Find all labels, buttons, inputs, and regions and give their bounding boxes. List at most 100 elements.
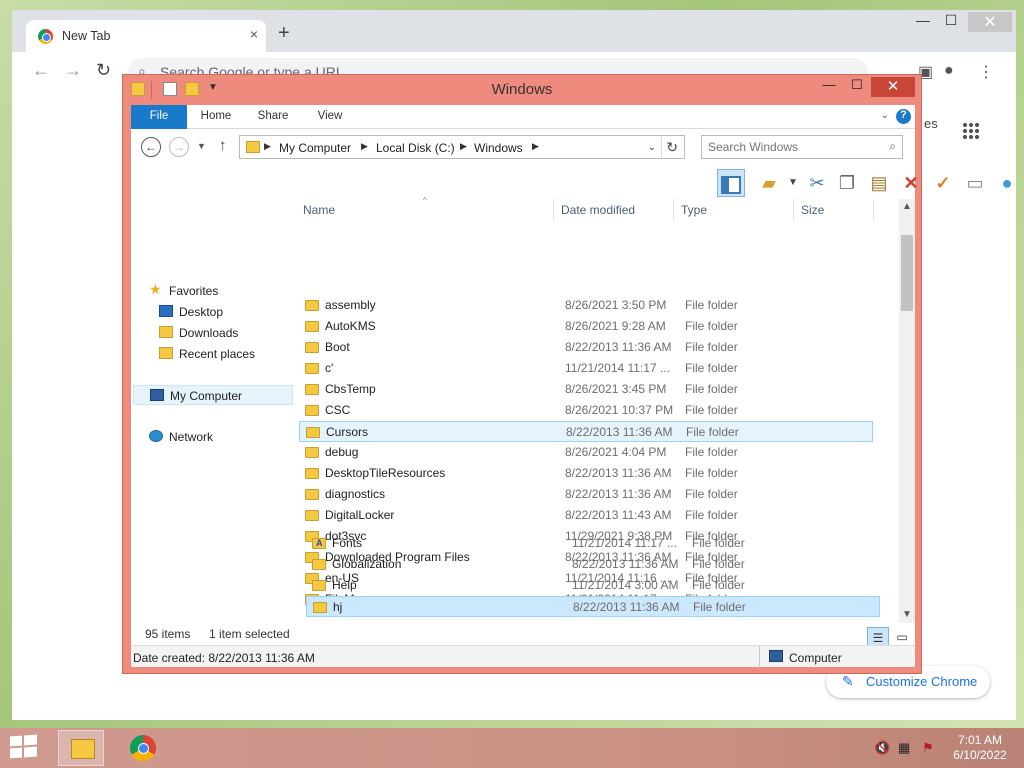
large-icons-view-button[interactable]: ▭	[891, 627, 913, 647]
address-folder-icon	[246, 141, 260, 153]
file-row[interactable]: Globalization 8/22/2013 11:36 AM File fold…	[306, 554, 880, 575]
chrome-tab-new-tab[interactable]: New Tab ×	[26, 20, 266, 52]
explorer-minimize-button[interactable]: —	[815, 77, 843, 97]
paste-icon[interactable]: ▤	[865, 169, 893, 197]
profile-avatar-icon[interactable]: ●	[944, 62, 954, 80]
windows-logo-icon	[24, 746, 37, 758]
file-list-tail: Fonts 11/21/2014 11:17 ... File folder Glo…	[306, 198, 882, 622]
taskbar-file-explorer[interactable]	[58, 730, 104, 766]
nav-favorites[interactable]: ★ Favorites	[131, 281, 291, 301]
delete-icon[interactable]: ✕	[897, 169, 925, 197]
forward-arrow-icon[interactable]: →	[64, 60, 82, 81]
details-view-button[interactable]: ☰	[867, 627, 889, 647]
folder-icon	[312, 580, 326, 591]
breadcrumb-my-computer[interactable]: My Computer	[279, 141, 351, 155]
nav-downloads[interactable]: Downloads	[131, 323, 291, 343]
breadcrumb-separator-icon[interactable]: ▶	[264, 141, 271, 152]
breadcrumb-separator-icon[interactable]: ▶	[532, 141, 539, 152]
taskbar: 🔇 ▦ ⚑ 7:01 AM 6/10/2022	[0, 728, 1024, 768]
chrome-maximize-button[interactable]: ☐	[936, 12, 966, 32]
fonts-folder-icon	[312, 538, 326, 549]
nav-desktop[interactable]: Desktop	[131, 302, 291, 322]
status-bar: 95 items 1 item selected ☰ ▭	[131, 623, 915, 647]
ntp-link-text[interactable]: es	[924, 116, 938, 131]
selected-count: 1 item selected	[209, 627, 290, 641]
navigation-pane-icon	[721, 176, 741, 195]
file-row[interactable]: Help 11/21/2014 3:00 AM File folder	[306, 575, 880, 596]
chrome-close-button[interactable]: ✕	[968, 12, 1012, 32]
help-icon[interactable]: ?	[896, 109, 911, 124]
taskbar-chrome[interactable]	[120, 730, 166, 766]
system-clock[interactable]: 7:01 AM 6/10/2022	[948, 733, 1012, 763]
breadcrumb-local-disk[interactable]: Local Disk (C:)	[376, 141, 455, 155]
tab-file[interactable]: File	[131, 105, 187, 129]
explorer-title-bar[interactable]: ▼ Windows — ☐ ✕	[123, 75, 921, 105]
nav-recent-label: Recent places	[179, 347, 256, 361]
file-name: Help	[332, 578, 357, 592]
refresh-icon[interactable]: ↻	[666, 139, 678, 156]
scroll-up-icon[interactable]: ▲	[902, 201, 912, 212]
chrome-minimize-button[interactable]: —	[908, 12, 938, 32]
rename-icon[interactable]: ▭	[961, 169, 989, 197]
clock-date: 6/10/2022	[953, 748, 1007, 762]
up-folder-icon[interactable]: ↑	[219, 137, 227, 154]
file-type: File folder	[693, 600, 746, 614]
nav-recent-places[interactable]: Recent places	[131, 344, 291, 364]
google-apps-icon[interactable]	[962, 122, 980, 140]
explorer-maximize-button[interactable]: ☐	[843, 77, 871, 97]
copy-icon[interactable]: ❐	[833, 169, 861, 197]
tab-view[interactable]: View	[309, 105, 351, 129]
network-globe-icon[interactable]: ●	[993, 169, 1021, 197]
tab-home[interactable]: Home	[195, 105, 237, 129]
recent-places-icon	[159, 347, 173, 359]
details-bar: Date created: 8/22/2013 11:36 AM Compute…	[131, 645, 915, 668]
close-tab-icon[interactable]: ×	[250, 26, 258, 42]
chrome-menu-icon[interactable]: ⋮	[978, 62, 994, 82]
file-row-selected[interactable]: hj 8/22/2013 11:36 AM File folder	[306, 596, 880, 617]
location-label: Computer	[789, 651, 842, 665]
cut-icon[interactable]: ✂	[803, 169, 831, 197]
expand-ribbon-icon[interactable]: ⌄	[881, 110, 889, 121]
speaker-muted-icon[interactable]: 🔇	[874, 740, 890, 756]
window-title: Windows	[491, 81, 553, 98]
address-bar[interactable]: ▶ My Computer ▶ Local Disk (C:) ▶ Window…	[239, 135, 685, 159]
folder-icon	[313, 602, 327, 613]
explorer-close-button[interactable]: ✕	[871, 77, 915, 97]
details-divider	[759, 646, 760, 668]
chrome-tab-title: New Tab	[62, 29, 111, 43]
file-row[interactable]: Fonts 11/21/2014 11:17 ... File folder	[306, 533, 880, 554]
back-button[interactable]: ←	[141, 137, 161, 157]
new-tab-button[interactable]: +	[278, 22, 290, 45]
computer-icon	[769, 650, 783, 662]
search-input[interactable]	[708, 139, 878, 155]
date-created: Date created: 8/22/2013 11:36 AM	[133, 651, 315, 665]
reload-icon[interactable]: ↻	[96, 60, 111, 81]
scroll-down-icon[interactable]: ▼	[902, 609, 912, 620]
address-dropdown-icon[interactable]: ⌄	[648, 142, 656, 153]
navigation-pane-button[interactable]	[717, 169, 745, 197]
start-button[interactable]	[10, 734, 38, 760]
breadcrumb-windows[interactable]: Windows	[474, 141, 523, 155]
action-center-icon[interactable]: ⚑	[922, 740, 934, 756]
windows-logo-icon	[10, 747, 22, 759]
network-status-icon[interactable]: ▦	[898, 740, 910, 756]
forward-button[interactable]: →	[169, 137, 189, 157]
address-divider	[661, 136, 662, 158]
back-arrow-icon[interactable]: ←	[32, 60, 50, 81]
nav-my-computer[interactable]: My Computer	[133, 385, 293, 405]
nav-network[interactable]: Network	[131, 427, 291, 447]
nav-network-label: Network	[169, 430, 214, 444]
search-box[interactable]: ⌕	[701, 135, 903, 159]
check-icon[interactable]: ✓	[929, 169, 957, 197]
vertical-scrollbar[interactable]: ▲ ▼	[899, 199, 915, 623]
tab-share[interactable]: Share	[251, 105, 295, 129]
breadcrumb-separator-icon[interactable]: ▶	[460, 141, 467, 152]
file-date: 11/21/2014 11:17 ...	[572, 536, 677, 550]
navigation-pane: ★ Favorites Desktop Downloads Recent pla…	[131, 199, 297, 623]
scrollbar-thumb[interactable]	[901, 235, 913, 311]
clock-time: 7:01 AM	[957, 733, 1003, 747]
desktop-icon	[159, 305, 173, 317]
recent-locations-dropdown-icon[interactable]: ▼	[197, 141, 206, 151]
breadcrumb-separator-icon[interactable]: ▶	[361, 141, 368, 152]
chrome-favicon-icon	[38, 29, 53, 44]
